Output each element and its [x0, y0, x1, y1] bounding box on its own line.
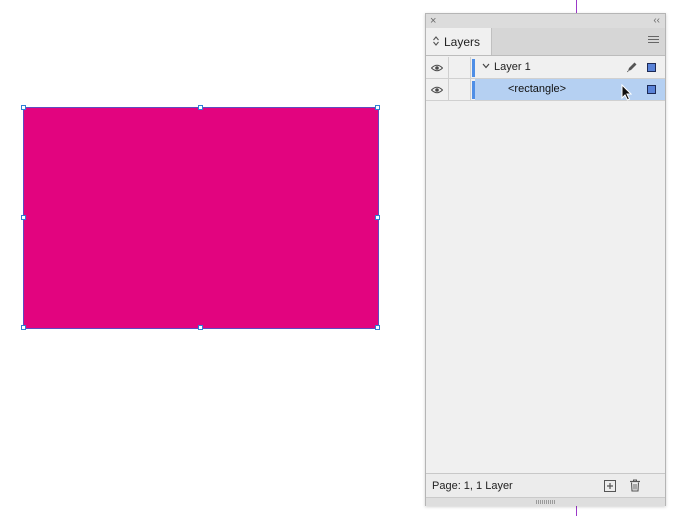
- lock-toggle[interactable]: [448, 57, 471, 78]
- chevron-down-icon[interactable]: [482, 63, 490, 69]
- handle-middle-right[interactable]: [375, 215, 380, 220]
- panel-titlebar: × ‹‹: [426, 14, 665, 29]
- mouse-cursor-icon: [621, 84, 632, 101]
- layer-row-layer-1[interactable]: Layer 1: [426, 57, 665, 79]
- close-icon[interactable]: ×: [430, 14, 436, 28]
- handle-bottom-middle[interactable]: [198, 325, 203, 330]
- visibility-toggle[interactable]: [426, 79, 449, 100]
- handle-middle-left[interactable]: [21, 215, 26, 220]
- eye-icon: [431, 64, 443, 71]
- tab-layers[interactable]: Layers: [426, 28, 492, 55]
- eye-icon: [431, 86, 443, 93]
- selection-square-icon[interactable]: [647, 85, 656, 94]
- tab-updown-icon: [433, 35, 439, 48]
- visibility-toggle[interactable]: [426, 57, 449, 78]
- grip-dots: [536, 500, 556, 504]
- panel-footer: Page: 1, 1 Layer: [426, 473, 665, 498]
- collapse-panel-icon[interactable]: ‹‹: [653, 14, 660, 28]
- handle-bottom-left[interactable]: [21, 325, 26, 330]
- guide-line-bottom: [576, 505, 577, 516]
- new-layer-icon[interactable]: [604, 480, 616, 492]
- panel-tabbar: Layers: [426, 28, 665, 56]
- object-name: <rectangle>: [508, 83, 567, 95]
- trash-icon[interactable]: [629, 479, 641, 492]
- handle-top-left[interactable]: [21, 105, 26, 110]
- panel-menu-icon[interactable]: [648, 36, 659, 46]
- guide-line-top: [576, 0, 577, 14]
- handle-bottom-right[interactable]: [375, 325, 380, 330]
- layers-panel: × ‹‹ Layers Layer 1 <rectangle> Page: 1,…: [425, 13, 666, 506]
- layer-row-content[interactable]: Layer 1: [475, 57, 665, 78]
- handle-top-right[interactable]: [375, 105, 380, 110]
- handle-top-middle[interactable]: [198, 105, 203, 110]
- layer-name: Layer 1: [494, 61, 531, 73]
- selected-rectangle[interactable]: [23, 107, 379, 329]
- pen-icon: [627, 62, 637, 73]
- tab-label: Layers: [444, 34, 481, 49]
- selection-square-icon[interactable]: [647, 63, 656, 72]
- page-status: Page: 1, 1 Layer: [432, 480, 513, 492]
- resize-grip[interactable]: [426, 497, 665, 506]
- layer-row-rectangle[interactable]: <rectangle>: [426, 79, 665, 101]
- layer-row-content[interactable]: <rectangle>: [475, 79, 665, 101]
- lock-toggle[interactable]: [448, 79, 471, 100]
